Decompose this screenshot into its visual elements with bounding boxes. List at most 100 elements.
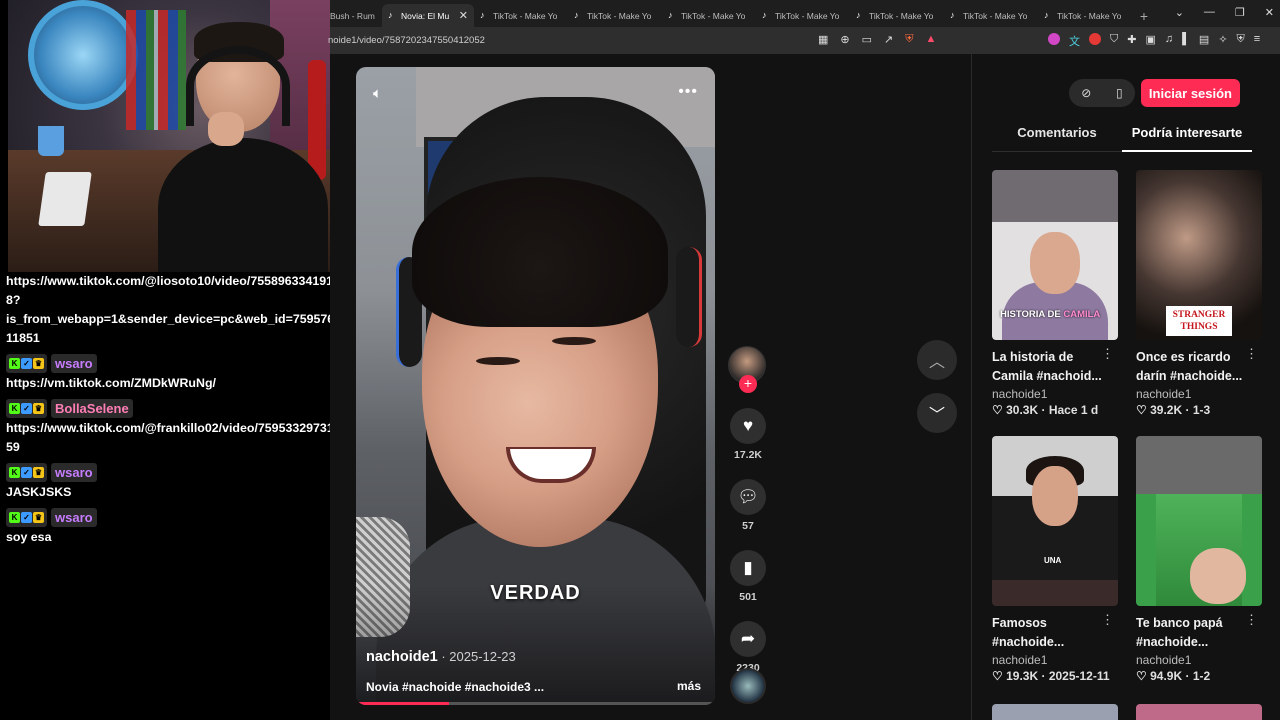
music-disc-avatar[interactable] (730, 668, 766, 704)
translate-icon[interactable]: 文 (1069, 33, 1080, 49)
browser-tab-active[interactable]: ♪ Novia: El Mu ✕ (382, 4, 474, 27)
login-button[interactable]: Iniciar sesión (1140, 79, 1240, 107)
card-title[interactable]: Famosos #nachoide... (992, 614, 1104, 652)
chat-user-row: K ✓ ♛ wsaro (6, 463, 330, 482)
sidebar-icon[interactable]: ▌ (1182, 33, 1190, 49)
browser-tab[interactable]: ♪ TikTok - Make Yo (662, 4, 756, 27)
more-vertical-icon[interactable]: ⋮ (1245, 346, 1258, 362)
video-card[interactable]: UNA ⋮ Famosos #nachoide... nachoide1 ♡ 1… (992, 436, 1118, 683)
more-options-icon[interactable]: ••• (678, 83, 698, 101)
author-name[interactable]: nachoide1 (366, 649, 438, 665)
panel-top-controls: ⊘ ▯ Iniciar sesión (1068, 79, 1240, 107)
video-thumbnail[interactable] (1136, 436, 1262, 606)
tab-search-icon[interactable]: ⌄ (1175, 6, 1184, 19)
like-action[interactable]: ♥ 17.2K (728, 408, 768, 461)
video-thumbnail[interactable] (1136, 704, 1262, 720)
maximize-icon[interactable]: ❐ (1235, 6, 1245, 19)
vpn-icon[interactable]: ⛨ (1237, 33, 1245, 49)
zoom-icon[interactable]: ⊕ (840, 33, 849, 46)
video-progress-bar[interactable] (356, 702, 715, 705)
browser-tab[interactable]: ♪ TikTok - Make Yo (944, 4, 1038, 27)
video-card[interactable]: STRANGER THINGS ⋮ Once es ricardo darín #… (1136, 170, 1262, 417)
menu-icon[interactable]: ≡ (1254, 33, 1260, 49)
browser-tab[interactable]: ♪ TikTok - Make Yo (474, 4, 568, 27)
chat-username[interactable]: wsaro (51, 508, 97, 527)
ai-icon[interactable]: ✧ (1218, 33, 1227, 49)
phone-icon[interactable]: ▯ (1116, 86, 1123, 100)
more-vertical-icon[interactable]: ⋮ (1101, 612, 1114, 628)
compass-icon[interactable]: ⊘ (1081, 86, 1091, 100)
browser-tab[interactable]: ♪ TikTok - Make Yo (756, 4, 850, 27)
comment-icon[interactable]: 💬︎ (730, 479, 766, 515)
tiktok-icon: ♪ (480, 10, 485, 20)
heart-outline-icon: ♡ (1136, 403, 1147, 417)
video-author[interactable]: nachoide1 · 2025-12-23 (366, 649, 516, 665)
browser-tab[interactable]: ♪ TikTok - Make Yo (568, 4, 662, 27)
video-thumbnail[interactable]: UNA (992, 436, 1118, 606)
creator-avatar[interactable]: + (728, 346, 766, 393)
card-title[interactable]: Te banco papá #nachoide... (1136, 614, 1248, 652)
more-vertical-icon[interactable]: ⋮ (1245, 612, 1258, 628)
chat-log: https://www.tiktok.com/@liosoto10/video/… (6, 272, 330, 547)
share-icon[interactable]: ↗ (884, 33, 893, 46)
video-card[interactable]: ⋮ Te banco papá #nachoide... nachoide1 ♡… (1136, 436, 1262, 683)
card-author[interactable]: nachoide1 (992, 387, 1118, 401)
tiktok-icon: ♪ (950, 10, 955, 20)
wallet-icon[interactable]: ▤ (1199, 33, 1209, 49)
screenshot-icon[interactable]: ▣ (1145, 33, 1155, 49)
card-author[interactable]: nachoide1 (992, 653, 1118, 667)
chat-username[interactable]: wsaro (51, 463, 97, 482)
close-window-icon[interactable]: ✕ (1265, 6, 1274, 19)
share-action[interactable]: ➦ 2230 (728, 621, 768, 674)
chat-username[interactable]: wsaro (51, 354, 97, 373)
mute-icon[interactable]: 🔈︎ (373, 85, 382, 102)
video-player[interactable]: 🔈︎ ••• VERDAD nachoide1 · 2025-12-23 Nov… (356, 67, 715, 705)
tab-recommended[interactable]: Podría interesarte (1122, 124, 1252, 152)
reader-mode-icon[interactable]: ▦ (818, 33, 828, 46)
shield-icon[interactable]: ⛉ (1110, 33, 1118, 49)
extension-icon[interactable] (1089, 33, 1101, 45)
view-toggle[interactable]: ⊘ ▯ (1068, 79, 1135, 107)
video-thumbnail[interactable]: HISTORIA DE CAMILA (992, 170, 1118, 340)
card-author[interactable]: nachoide1 (1136, 653, 1262, 667)
share-arrow-icon[interactable]: ➦ (730, 621, 766, 657)
video-thumbnail[interactable]: STRANGER THINGS (1136, 170, 1262, 340)
url-text[interactable]: noide1/video/7587202347550412052 (328, 35, 485, 46)
save-action[interactable]: ▮ 501 (728, 550, 768, 603)
brave-shield-icon[interactable]: ⛨ (905, 33, 913, 46)
extension-icon[interactable] (1048, 33, 1060, 45)
address-bar[interactable]: noide1/video/7587202347550412052 ▦ ⊕ ▭ ↗… (328, 27, 1280, 54)
stream-panel: https://www.tiktok.com/@liosoto10/video/… (0, 0, 330, 720)
follow-plus-icon[interactable]: + (739, 375, 757, 393)
brave-rewards-icon[interactable]: ▲ (926, 33, 937, 46)
extensions-icon[interactable]: ✚ (1127, 33, 1136, 49)
video-thumbnail[interactable] (992, 704, 1118, 720)
new-tab-button[interactable]: + (1132, 8, 1156, 24)
browser-tab[interactable]: Bush - Rum (330, 4, 382, 27)
more-description-link[interactable]: más (677, 679, 701, 693)
crown-badge-icon: ♛ (33, 403, 44, 414)
card-title[interactable]: La historia de Camila #nachoid... (992, 348, 1104, 386)
previous-video-button[interactable]: ︿ (917, 340, 957, 380)
video-card[interactable]: HISTORIA DE CAMILA ⋮ La historia de Cami… (992, 170, 1118, 417)
more-vertical-icon[interactable]: ⋮ (1101, 346, 1114, 362)
browser-tab[interactable]: ♪ TikTok - Make Yo (1038, 4, 1132, 27)
heart-icon[interactable]: ♥ (730, 408, 766, 444)
cast-icon[interactable]: ▭ (862, 33, 872, 46)
bookmark-icon[interactable]: ▮ (730, 550, 766, 586)
tab-label: TikTok - Make Yo (963, 10, 1028, 21)
minimize-icon[interactable]: — (1204, 6, 1215, 19)
card-author[interactable]: nachoide1 (1136, 387, 1262, 401)
side-panel: ⊘ ▯ Iniciar sesión Comentarios Podría in… (971, 54, 1280, 720)
tab-comments[interactable]: Comentarios (992, 124, 1122, 152)
music-icon[interactable]: ♫ (1165, 33, 1173, 49)
chat-username[interactable]: BollaSelene (51, 399, 133, 418)
streamer (158, 22, 328, 272)
card-title[interactable]: Once es ricardo darín #nachoide... (1136, 348, 1248, 386)
next-video-button[interactable]: ﹀ (917, 393, 957, 433)
tab-label: TikTok - Make Yo (681, 10, 746, 21)
close-tab-icon[interactable]: ✕ (459, 9, 468, 22)
browser-tab[interactable]: ♪ TikTok - Make Yo (850, 4, 944, 27)
tiktok-icon: ♪ (574, 10, 579, 20)
comment-action[interactable]: 💬︎ 57 (728, 479, 768, 532)
